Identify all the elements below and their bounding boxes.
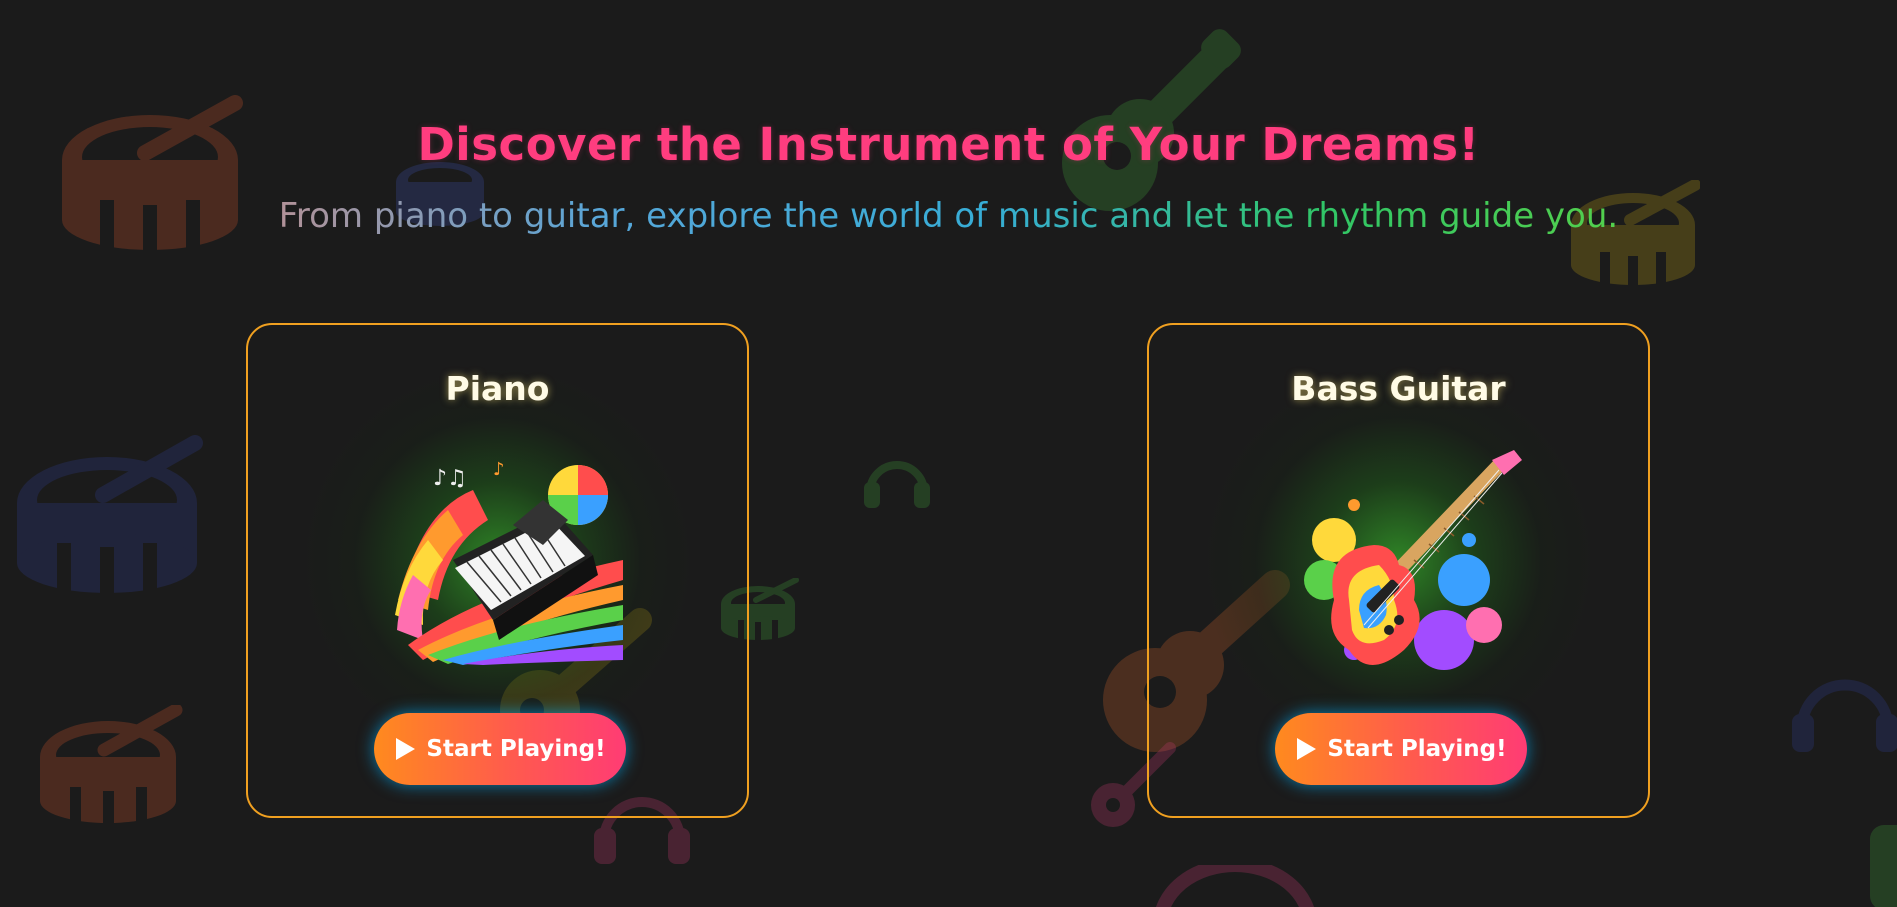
drum-icon: [15, 435, 205, 600]
play-icon: [1297, 738, 1317, 760]
instrument-card-piano: Piano ♪♫ ♪ Start Playing!: [246, 323, 749, 818]
page-title: Discover the Instrument of Your Dreams!: [417, 118, 1480, 171]
svg-text:♪♫: ♪♫: [433, 466, 467, 491]
start-playing-button[interactable]: Start Playing!: [1275, 713, 1527, 785]
play-icon: [396, 738, 416, 760]
start-playing-button[interactable]: Start Playing!: [374, 713, 626, 785]
drum-icon: [38, 705, 188, 830]
headphones-icon: [1790, 660, 1897, 755]
page-subtitle: From piano to guitar, explore the world …: [0, 196, 1897, 236]
button-label: Start Playing!: [426, 736, 606, 762]
instrument-card-bass-guitar: Bass Guitar Start Playing!: [1147, 323, 1650, 818]
piano-icon: ♪♫ ♪: [393, 450, 623, 665]
svg-text:♪: ♪: [493, 459, 505, 480]
button-label: Start Playing!: [1327, 736, 1507, 762]
headphones-icon: [1150, 865, 1320, 907]
bass-guitar-icon: [1294, 450, 1524, 670]
page: Discover the Instrument of Your Dreams! …: [0, 0, 1897, 907]
card-title: Bass Guitar: [1291, 369, 1506, 408]
headphones-icon: [862, 450, 932, 510]
guitar-icon: [1870, 825, 1897, 907]
card-title: Piano: [445, 369, 550, 408]
